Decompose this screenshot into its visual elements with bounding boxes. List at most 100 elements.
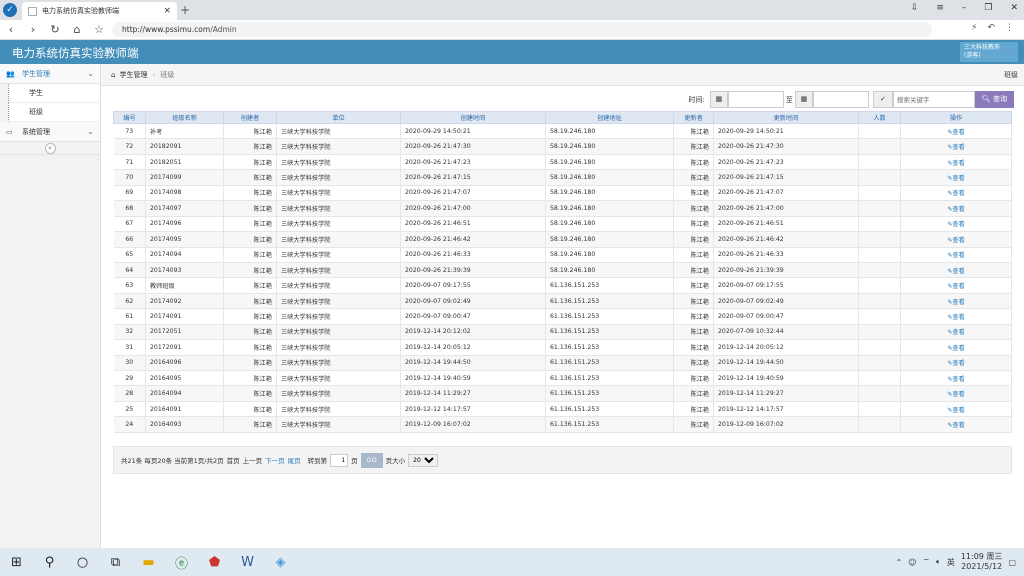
search-input[interactable]: [892, 91, 975, 108]
task-view-icon[interactable]: ⧉: [99, 555, 132, 570]
view-link[interactable]: ✎查看: [900, 154, 1012, 171]
table-cell: 32: [113, 324, 146, 341]
table-cell: 2020-09-26 21:46:33: [400, 247, 546, 263]
view-link[interactable]: ✎查看: [900, 355, 1012, 372]
browser-app-icon[interactable]: ⓔ: [165, 553, 198, 572]
view-link[interactable]: ✎查看: [900, 370, 1012, 387]
view-link[interactable]: ✎查看: [900, 308, 1012, 325]
sidebar-item-system-mgmt[interactable]: ▭ 系统管理 ⌄: [0, 122, 100, 142]
sidebar-collapse: «: [0, 142, 100, 155]
col-header[interactable]: 创建时间: [400, 111, 546, 124]
cortana-icon[interactable]: ○: [66, 555, 99, 570]
col-header[interactable]: 更新者: [673, 111, 714, 124]
view-link[interactable]: ✎查看: [900, 293, 1012, 310]
sidebar-item-students[interactable]: 学生: [8, 84, 100, 103]
prev-page-link[interactable]: 上一页: [243, 455, 263, 465]
end-date-input[interactable]: [812, 91, 869, 108]
user-menu[interactable]: 三大科技教务 (游客): [960, 42, 1018, 62]
volume-icon[interactable]: 🔈︎: [936, 557, 941, 567]
search-icon[interactable]: ⚲: [33, 555, 66, 570]
table-cell: 61.136.151.253: [545, 370, 674, 387]
start-date-input[interactable]: [727, 91, 784, 108]
page-number-input[interactable]: [330, 453, 349, 467]
menu-icon[interactable]: ≡: [936, 3, 944, 13]
view-link[interactable]: ✎查看: [900, 138, 1012, 155]
view-link[interactable]: ✎查看: [900, 277, 1012, 294]
browser-tab[interactable]: 电力系统仿真实验教师端 ×: [22, 2, 177, 20]
view-link[interactable]: ✎查看: [900, 416, 1012, 433]
table-cell: 陈江艳: [223, 401, 277, 418]
view-link[interactable]: ✎查看: [900, 200, 1012, 217]
view-link[interactable]: ✎查看: [900, 324, 1012, 341]
windows-start-icon[interactable]: ⊞: [0, 555, 33, 570]
minimize-icon[interactable]: –: [962, 3, 967, 13]
next-page-link[interactable]: 下一页: [265, 455, 285, 465]
go-button[interactable]: GO: [360, 452, 383, 468]
view-link[interactable]: ✎查看: [900, 401, 1012, 418]
bookmark-star-icon[interactable]: ☆: [88, 23, 110, 36]
more-icon[interactable]: ⋮: [1005, 23, 1014, 33]
extension-icon[interactable]: ⚡: [971, 23, 977, 33]
col-header[interactable]: 创建地址: [545, 111, 674, 124]
col-header[interactable]: 单位: [276, 111, 401, 124]
page-unit-label: 页: [351, 457, 358, 465]
sidebar-item-label: 班级: [29, 108, 43, 116]
undo-icon[interactable]: ↶: [987, 23, 995, 33]
view-link[interactable]: ✎查看: [900, 231, 1012, 248]
col-header[interactable]: 创建者: [223, 111, 277, 124]
browser-logo-icon[interactable]: ✓: [3, 3, 17, 17]
close-window-icon[interactable]: ✕: [1010, 3, 1018, 13]
ime-indicator[interactable]: 英: [947, 557, 955, 568]
view-link[interactable]: ✎查看: [900, 216, 1012, 233]
pin-icon[interactable]: ⇩: [911, 3, 919, 13]
calendar-icon[interactable]: ▦: [794, 91, 813, 108]
view-link[interactable]: ✎查看: [900, 339, 1012, 356]
col-header[interactable]: 更新时间: [713, 111, 859, 124]
network-icon[interactable]: ⌔: [922, 557, 930, 567]
breadcrumb-home[interactable]: 学生管理: [119, 70, 147, 80]
back-icon[interactable]: ‹: [0, 23, 22, 36]
table-cell: 陈江艳: [223, 169, 277, 186]
maximize-icon[interactable]: ❐: [984, 3, 992, 13]
view-link[interactable]: ✎查看: [900, 185, 1012, 202]
collapse-arrow-icon[interactable]: «: [44, 142, 56, 154]
chevron-up-icon[interactable]: ⌃: [895, 558, 902, 567]
address-bar[interactable]: http://www.pssimu.com/Admin: [112, 22, 932, 37]
table-cell: 2020-09-26 21:47:15: [713, 169, 859, 186]
query-button[interactable]: 🔍︎ 查询: [974, 91, 1014, 108]
app2-icon[interactable]: ◈: [264, 555, 297, 570]
home-icon[interactable]: ⌂: [111, 71, 115, 79]
clock[interactable]: 11:09 周三 2021/5/12: [961, 552, 1003, 572]
page-size-select[interactable]: 20: [408, 453, 439, 467]
close-tab-icon[interactable]: ×: [163, 6, 171, 16]
col-header[interactable]: 班级名称: [145, 111, 224, 124]
view-link[interactable]: ✎查看: [900, 123, 1012, 140]
sidebar-item-student-mgmt[interactable]: 👥 学生管理 ⌄: [0, 64, 100, 84]
view-link[interactable]: ✎查看: [900, 385, 1012, 402]
sidebar-item-classes[interactable]: 班级: [8, 103, 100, 122]
file-explorer-icon[interactable]: ▬: [132, 555, 165, 570]
last-page-link[interactable]: 尾页: [288, 455, 301, 465]
calendar-icon[interactable]: ▦: [709, 91, 728, 108]
tray-app-icon[interactable]: ☺: [908, 558, 916, 567]
app-icon[interactable]: ⬟: [198, 555, 231, 570]
word-icon[interactable]: W: [231, 555, 264, 570]
table-cell: 72: [113, 138, 146, 155]
col-header[interactable]: 人数: [858, 111, 901, 124]
col-header[interactable]: 编号: [113, 111, 146, 124]
first-page-link[interactable]: 首页: [227, 455, 240, 465]
new-tab-icon[interactable]: +: [180, 3, 190, 17]
check-icon[interactable]: ✓: [872, 91, 893, 108]
view-link[interactable]: ✎查看: [900, 262, 1012, 279]
table-cell: 2019-12-12 14:17:57: [400, 401, 546, 418]
table-cell: [858, 277, 901, 294]
page-title: 班级: [1004, 70, 1018, 79]
forward-icon[interactable]: ›: [22, 23, 44, 36]
home-icon[interactable]: ⌂: [66, 23, 88, 36]
reload-icon[interactable]: ↻: [44, 23, 66, 36]
view-link[interactable]: ✎查看: [900, 169, 1012, 186]
table-cell: 陈江艳: [673, 138, 714, 155]
view-link[interactable]: ✎查看: [900, 247, 1012, 263]
table-cell: 陈江艳: [673, 216, 714, 233]
notification-icon[interactable]: ▢: [1008, 558, 1016, 567]
